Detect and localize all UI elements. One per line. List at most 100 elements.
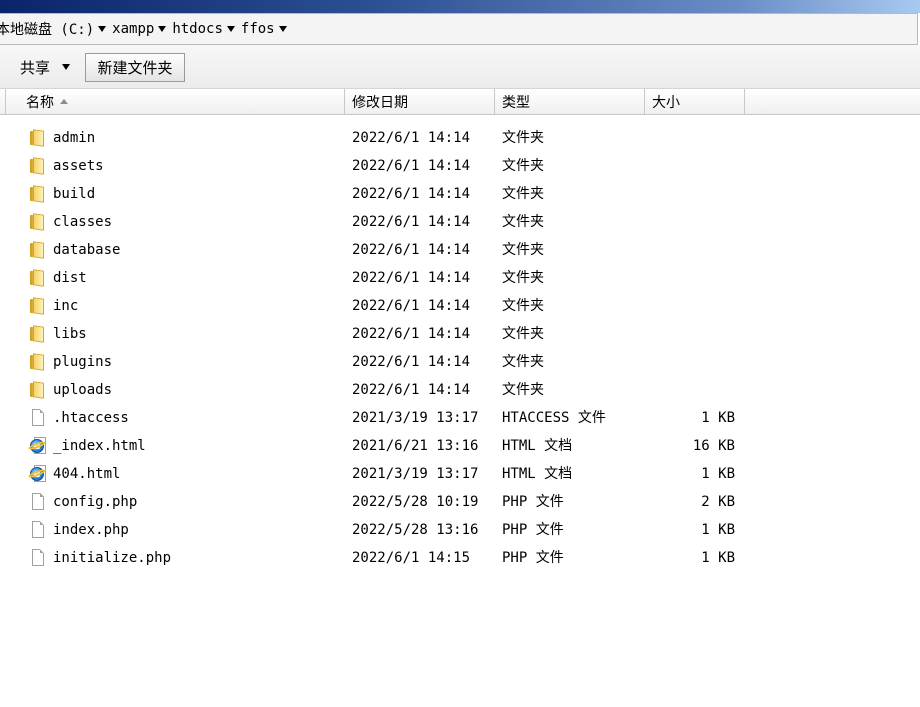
file-size [645,208,735,236]
file-icon [30,549,46,566]
file-name: admin [53,130,96,146]
new-folder-button[interactable]: 新建文件夹 [85,53,185,82]
folder-icon [30,381,46,399]
file-type: 文件夹 [502,382,544,398]
file-row[interactable]: index.php 2022/5/28 13:16 PHP 文件 1 KB [0,516,920,544]
folder-icon [30,185,46,203]
file-type: 文件夹 [502,270,544,286]
file-row[interactable]: database 2022/6/1 14:14 文件夹 [0,236,920,264]
file-name: _index.html [53,438,146,454]
file-type: 文件夹 [502,354,544,370]
share-button[interactable]: 共享 [14,54,76,80]
folder-icon [30,129,46,147]
file-date: 2022/6/1 14:14 [352,298,471,314]
file-name: plugins [53,354,113,370]
file-type: 文件夹 [502,242,544,258]
file-type: PHP 文件 [502,522,564,538]
breadcrumb-ffos[interactable]: ffos [241,21,275,37]
file-date: 2022/5/28 13:16 [352,522,479,538]
folder-icon [30,213,46,231]
folder-icon [30,157,46,175]
folder-icon [30,325,46,343]
file-size [645,292,735,320]
file-type: 文件夹 [502,298,544,314]
file-name: libs [53,326,87,342]
ie-html-icon: e [27,437,47,454]
chevron-down-icon[interactable] [226,26,235,32]
file-row[interactable]: e _index.html 2021/6/21 13:16 HTML 文档 16 KB [0,432,920,460]
file-date: 2022/6/1 14:14 [352,130,471,146]
file-size: 1 KB [701,550,735,566]
file-size [645,180,735,208]
file-type: 文件夹 [502,326,544,342]
file-size: 2 KB [701,494,735,510]
breadcrumb-xampp[interactable]: xampp [112,21,154,37]
breadcrumb-htdocs[interactable]: htdocs [172,21,223,37]
folder-icon [30,297,46,315]
file-size: 1 KB [701,522,735,538]
file-type: 文件夹 [502,158,544,174]
command-bar: 共享 新建文件夹 [0,45,920,89]
file-size [645,124,735,152]
file-name: config.php [53,494,138,510]
file-row[interactable]: build 2022/6/1 14:14 文件夹 [0,180,920,208]
column-header-type-label: 类型 [502,94,530,111]
file-size: 16 KB [692,438,735,454]
file-name: 404.html [53,466,121,482]
file-row[interactable]: assets 2022/6/1 14:14 文件夹 [0,152,920,180]
file-date: 2022/6/1 14:14 [352,270,471,286]
column-header-size[interactable]: 大小 [645,89,745,114]
file-row[interactable]: config.php 2022/5/28 10:19 PHP 文件 2 KB [0,488,920,516]
breadcrumb: 本地磁盘 (C:) xampp htdocs ffos [0,19,293,39]
file-date: 2022/6/1 14:15 [352,550,471,566]
file-row[interactable]: libs 2022/6/1 14:14 文件夹 [0,320,920,348]
column-header-name[interactable]: 名称 [5,89,345,114]
file-type: 文件夹 [502,186,544,202]
file-name: uploads [53,382,113,398]
breadcrumb-drive[interactable]: 本地磁盘 (C:) [0,19,94,39]
file-type: HTML 文档 [502,438,573,454]
file-name: inc [53,298,79,314]
file-row[interactable]: initialize.php 2022/6/1 14:15 PHP 文件 1 KB [0,544,920,572]
folder-icon [30,269,46,287]
file-type: PHP 文件 [502,550,564,566]
sort-ascending-icon [60,99,68,104]
column-header: 名称 修改日期 类型 大小 [0,89,920,115]
file-date: 2021/3/19 13:17 [352,410,479,426]
chevron-down-icon[interactable] [158,26,167,32]
column-header-date[interactable]: 修改日期 [345,89,495,114]
column-header-type[interactable]: 类型 [495,89,645,114]
file-icon [30,409,46,426]
file-name: assets [53,158,104,174]
folder-icon [30,353,46,371]
column-header-name-label: 名称 [26,94,54,111]
file-row[interactable]: classes 2022/6/1 14:14 文件夹 [0,208,920,236]
file-size: 1 KB [701,410,735,426]
chevron-down-icon[interactable] [278,26,287,32]
file-date: 2021/3/19 13:17 [352,466,479,482]
file-row[interactable]: inc 2022/6/1 14:14 文件夹 [0,292,920,320]
file-size [645,376,735,404]
address-bar[interactable]: 本地磁盘 (C:) xampp htdocs ffos [0,13,918,45]
file-name: dist [53,270,87,286]
new-folder-button-label: 新建文件夹 [97,59,173,77]
file-row[interactable]: uploads 2022/6/1 14:14 文件夹 [0,376,920,404]
ie-html-icon: e [27,465,47,482]
file-row[interactable]: admin 2022/6/1 14:14 文件夹 [0,124,920,152]
chevron-down-icon [62,64,71,70]
file-type: HTML 文档 [502,466,573,482]
file-size [645,348,735,376]
file-date: 2022/6/1 14:14 [352,242,471,258]
file-date: 2022/5/28 10:19 [352,494,479,510]
file-row[interactable]: .htaccess 2021/3/19 13:17 HTACCESS 文件 1 KB [0,404,920,432]
file-date: 2022/6/1 14:14 [352,214,471,230]
file-size [645,236,735,264]
file-list: admin 2022/6/1 14:14 文件夹 assets 2022/6/1 14:… [0,124,920,572]
file-row[interactable]: dist 2022/6/1 14:14 文件夹 [0,264,920,292]
file-name: index.php [53,522,129,538]
file-type: 文件夹 [502,214,544,230]
file-date: 2021/6/21 13:16 [352,438,479,454]
chevron-down-icon[interactable] [98,26,107,32]
file-row[interactable]: plugins 2022/6/1 14:14 文件夹 [0,348,920,376]
file-row[interactable]: e 404.html 2021/3/19 13:17 HTML 文档 1 KB [0,460,920,488]
